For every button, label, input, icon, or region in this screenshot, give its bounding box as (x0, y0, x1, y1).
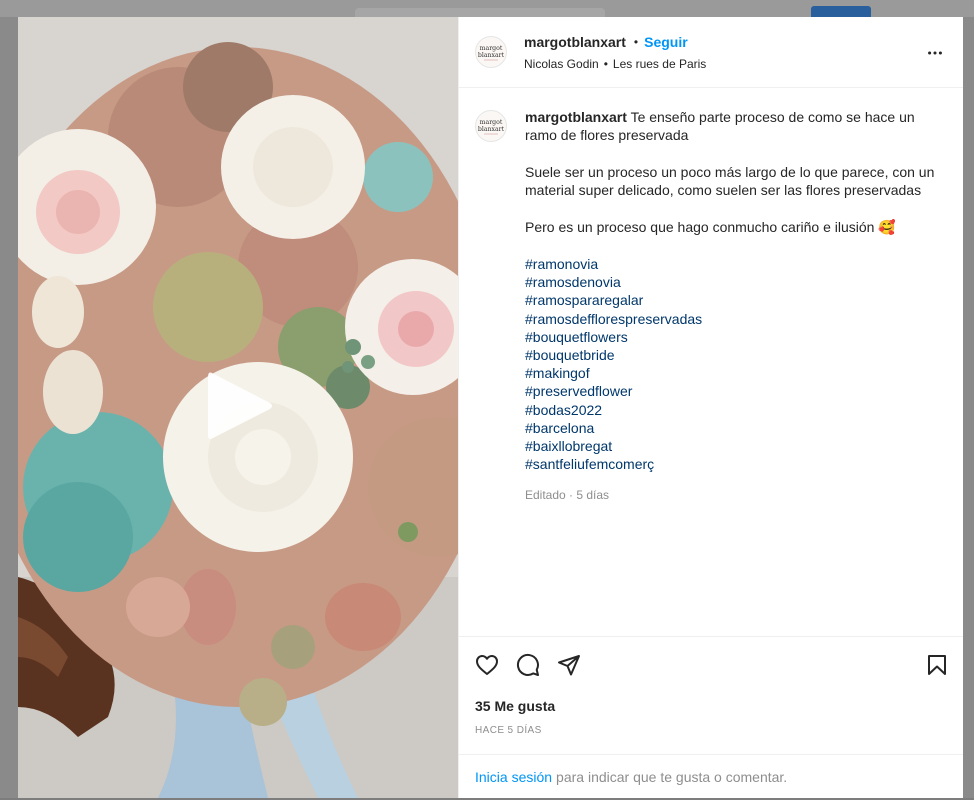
caption-area: margot blanxart margotblanxart Te enseño… (459, 88, 963, 636)
play-icon[interactable] (206, 369, 276, 443)
caption-paragraph: Suele ser un proceso un poco más largo d… (525, 164, 935, 198)
likes-count[interactable]: 35 Me gusta (459, 698, 963, 714)
svg-text:blanxart: blanxart (478, 52, 505, 59)
location-link[interactable]: Les rues de Paris (613, 57, 706, 71)
comment-icon[interactable] (516, 653, 540, 677)
like-heart-icon[interactable] (475, 653, 499, 677)
caption-paragraph: Pero es un proceso que hago conmucho car… (525, 219, 896, 235)
svg-text:blanxart: blanxart (478, 126, 505, 133)
hashtag-link[interactable]: #santfeliufemcomerç (525, 455, 945, 473)
hashtag-link[interactable]: #ramosdefflorespreservadas (525, 310, 945, 328)
login-prompt: Inicia sesión para indicar que te gusta … (459, 754, 963, 798)
action-bar (459, 636, 963, 693)
background-search (355, 8, 605, 17)
login-link[interactable]: Inicia sesión (475, 769, 552, 785)
avatar[interactable]: margot blanxart (475, 110, 507, 142)
hashtag-list: #ramonovia #ramosdenovia #ramospararegal… (525, 255, 945, 473)
post-video[interactable] (18, 17, 458, 798)
avatar[interactable]: margot blanxart (475, 36, 507, 68)
more-options-icon[interactable] (925, 43, 945, 63)
username-link[interactable]: margotblanxart (524, 34, 626, 50)
follow-button[interactable]: Seguir (644, 34, 688, 50)
post-info-panel: margot blanxart margotblanxart • Seguir … (458, 17, 963, 798)
hashtag-link[interactable]: #makingof (525, 364, 945, 382)
share-icon[interactable] (557, 653, 581, 677)
post-header: margot blanxart margotblanxart • Seguir … (459, 17, 963, 88)
post-time: HACE 5 DÍAS (475, 725, 542, 736)
hashtag-link[interactable]: #baixllobregat (525, 437, 945, 455)
login-prompt-text: para indicar que te gusta o comentar. (556, 768, 788, 785)
audio-link[interactable]: Nicolas Godin (524, 57, 599, 71)
hashtag-link[interactable]: #ramosdenovia (525, 273, 945, 291)
hashtag-link[interactable]: #preservedflower (525, 382, 945, 400)
hashtag-link[interactable]: #barcelona (525, 419, 945, 437)
edited-timestamp: Editado · 5 días (525, 488, 610, 503)
svg-text:margot: margot (480, 45, 503, 52)
bookmark-icon[interactable] (925, 653, 949, 677)
separator-dot: • (603, 56, 608, 71)
hashtag-link[interactable]: #bouquetbride (525, 346, 945, 364)
hashtag-link[interactable]: #bouquetflowers (525, 328, 945, 346)
hashtag-link[interactable]: #ramonovia (525, 255, 945, 273)
separator-dot: • (633, 34, 639, 49)
caption-text: margotblanxart Te enseño parte proceso d… (525, 108, 945, 504)
post-modal: margot blanxart margotblanxart • Seguir … (18, 17, 963, 798)
hashtag-link[interactable]: #ramospararegalar (525, 291, 945, 309)
hashtag-link[interactable]: #bodas2022 (525, 401, 945, 419)
caption-username[interactable]: margotblanxart (525, 109, 627, 125)
background-button (811, 6, 871, 17)
svg-text:margot: margot (480, 119, 503, 126)
background-page-strip (0, 0, 974, 17)
